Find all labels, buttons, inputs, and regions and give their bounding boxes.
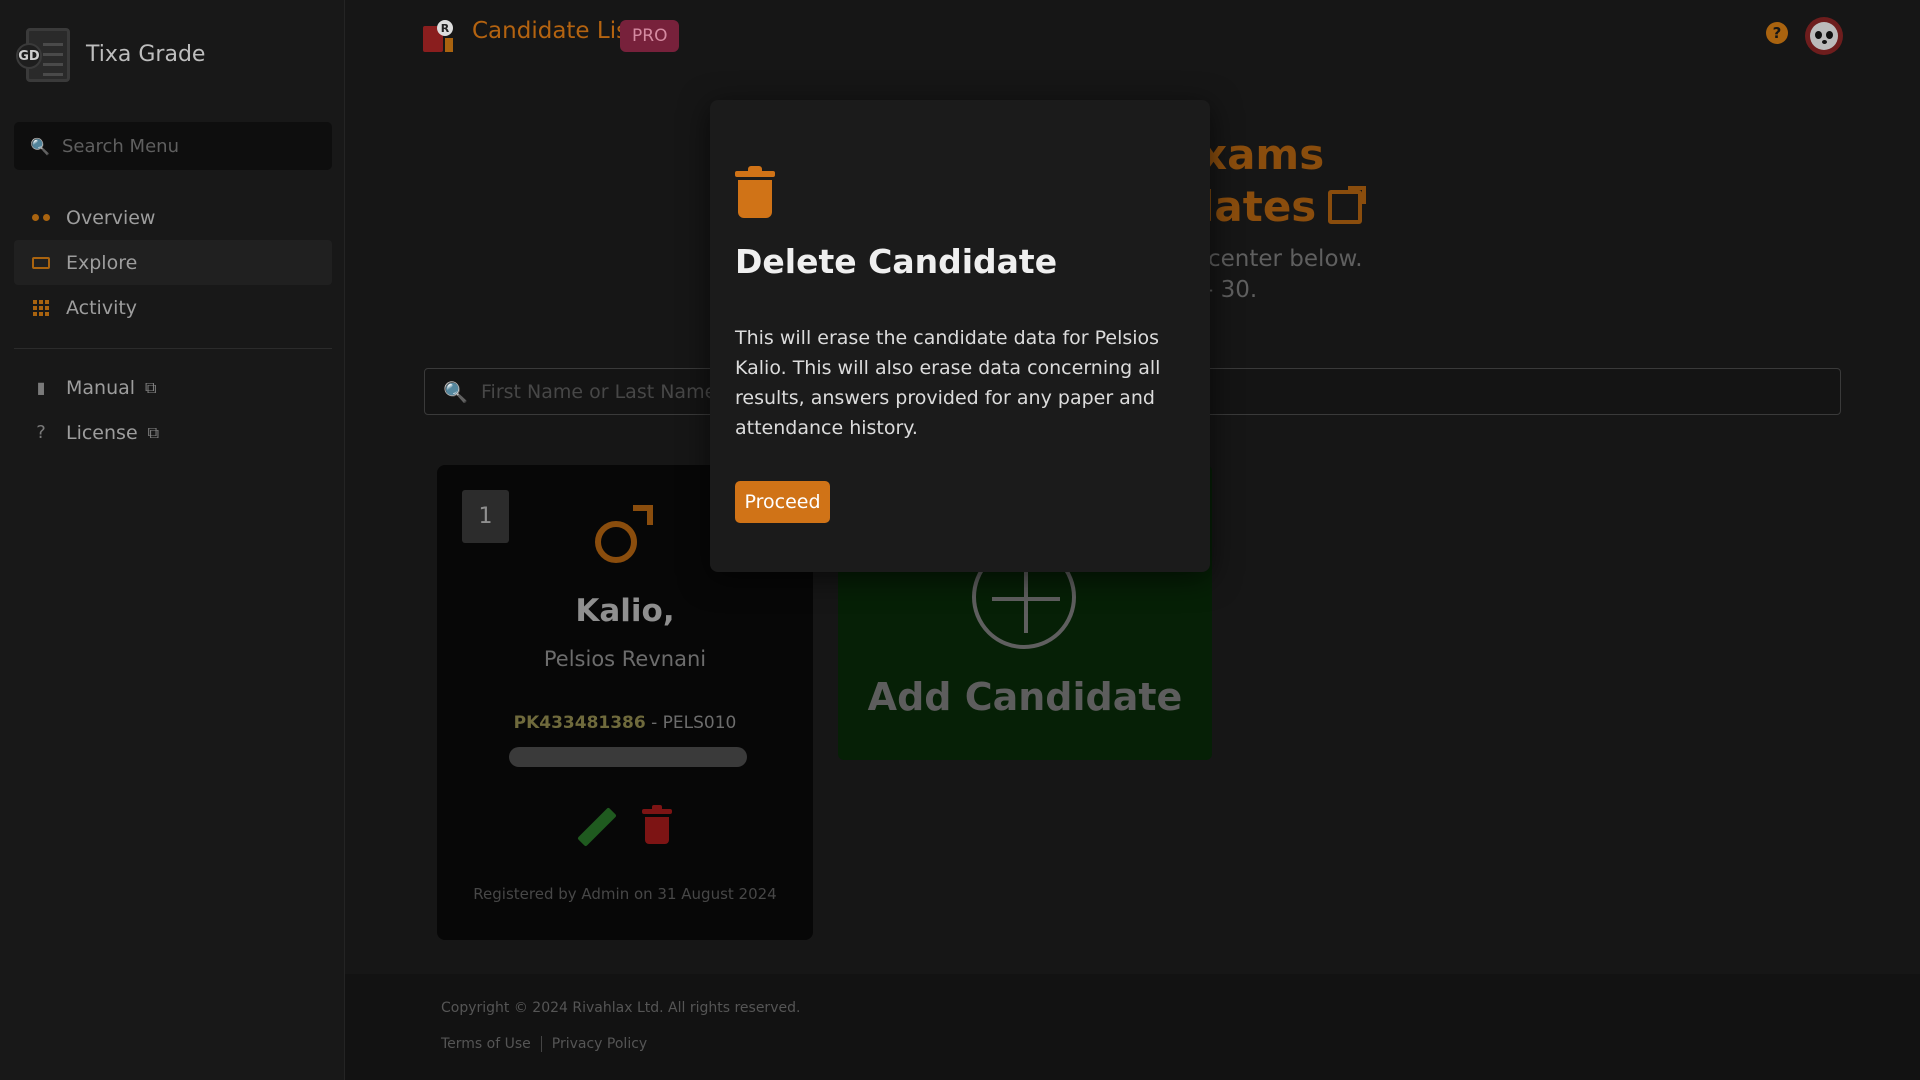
app-root: GD Tixa Grade 🔍 Overview Explore Activit… <box>0 0 1920 1080</box>
modal-body: This will erase the candidate data for P… <box>735 327 1161 439</box>
modal-title: Delete Candidate <box>735 242 1058 281</box>
trash-icon <box>735 166 775 218</box>
delete-candidate-modal: Delete Candidate This will erase the can… <box>710 100 1210 572</box>
proceed-button[interactable]: Proceed <box>735 481 830 523</box>
